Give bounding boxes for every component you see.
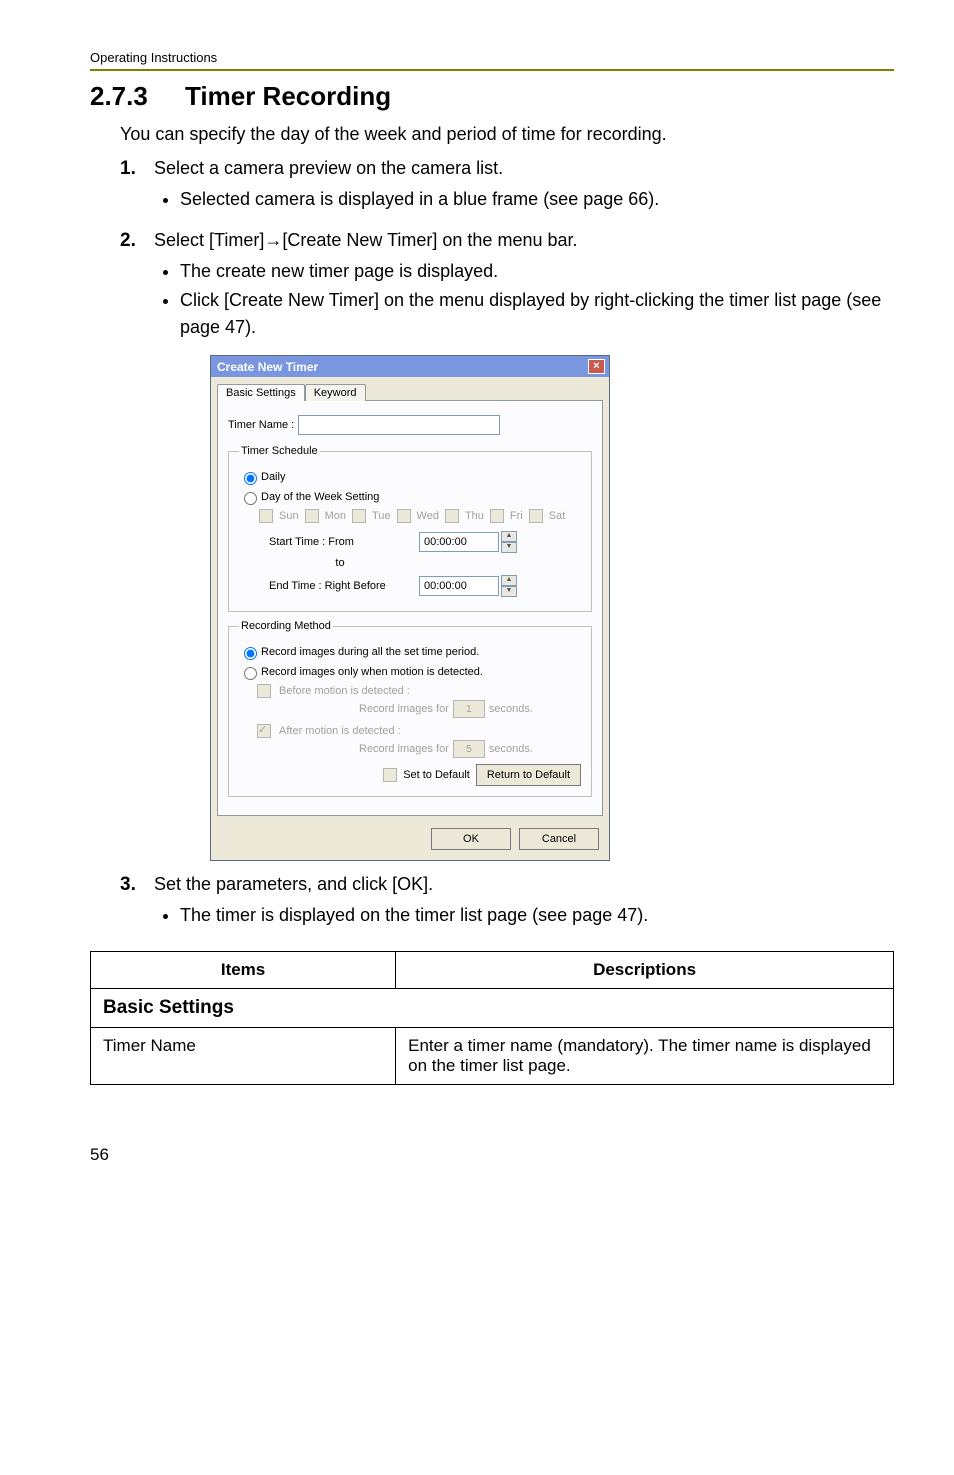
- to-label: to: [239, 557, 441, 569]
- before-motion-subrow: Record images for 1 seconds.: [359, 700, 581, 718]
- page-number: 56: [90, 1145, 894, 1165]
- radio-record-motion[interactable]: [244, 667, 257, 680]
- running-header: Operating Instructions: [90, 0, 894, 69]
- step-3: 3. Set the parameters, and click [OK]. T…: [120, 871, 894, 937]
- tab-basic-settings[interactable]: Basic Settings: [217, 384, 305, 401]
- before-seconds-label: seconds.: [489, 703, 533, 715]
- day-of-week-row: Sun Mon Tue Wed Thu Fri Sat: [259, 509, 581, 523]
- end-time-input[interactable]: 00:00:00: [419, 576, 499, 596]
- set-to-default-label: Set to Default: [403, 769, 470, 781]
- after-seconds-label: seconds.: [489, 743, 533, 755]
- cell-timer-name: Timer Name: [91, 1028, 396, 1085]
- step-2-number: 2.: [120, 227, 154, 349]
- check-mon: [305, 509, 319, 523]
- timer-name-label: Timer Name :: [228, 419, 294, 431]
- step-3-bullet-1: The timer is displayed on the timer list…: [180, 902, 894, 929]
- timer-schedule-legend: Timer Schedule: [239, 445, 320, 457]
- section-title: Timer Recording: [185, 81, 391, 111]
- radio-day-of-week[interactable]: [244, 492, 257, 505]
- step-2-text-pre: Select [Timer]: [154, 230, 264, 250]
- before-motion-label: Before motion is detected :: [279, 685, 410, 697]
- label-sun: Sun: [279, 510, 299, 522]
- section-number: 2.7.3: [90, 81, 185, 112]
- check-sat: [529, 509, 543, 523]
- th-descriptions: Descriptions: [396, 952, 894, 989]
- label-mon: Mon: [325, 510, 346, 522]
- start-time-label: Start Time : From: [269, 536, 419, 548]
- radio-record-all[interactable]: [244, 647, 257, 660]
- section-heading: 2.7.3Timer Recording: [90, 81, 894, 112]
- intro-text: You can specify the day of the week and …: [120, 122, 894, 147]
- recording-method-legend: Recording Method: [239, 620, 333, 632]
- step-3-number: 3.: [120, 871, 154, 937]
- row-basic-settings: Basic Settings: [91, 989, 894, 1028]
- cell-timer-name-desc: Enter a timer name (mandatory). The time…: [396, 1028, 894, 1085]
- radio-day-of-week-label: Day of the Week Setting: [261, 491, 379, 503]
- dialog-titlebar: Create New Timer ×: [211, 356, 609, 377]
- before-motion-row: Before motion is detected :: [257, 684, 581, 698]
- label-thu: Thu: [465, 510, 484, 522]
- header-rule: [90, 69, 894, 71]
- check-set-to-default[interactable]: [383, 768, 397, 782]
- radio-record-motion-label: Record images only when motion is detect…: [261, 666, 483, 678]
- timer-schedule-group: Timer Schedule Daily Day of the Week Set…: [228, 445, 592, 612]
- step-2-bullet-1: The create new timer page is displayed.: [180, 258, 894, 285]
- check-sun: [259, 509, 273, 523]
- return-to-default-button[interactable]: Return to Default: [476, 764, 581, 786]
- step-1-number: 1.: [120, 155, 154, 221]
- label-tue: Tue: [372, 510, 391, 522]
- step-2: 2. Select [Timer]→[Create New Timer] on …: [120, 227, 894, 349]
- dialog-title: Create New Timer: [217, 360, 318, 374]
- description-table: Items Descriptions Basic Settings Timer …: [90, 951, 894, 1085]
- th-items: Items: [91, 952, 396, 989]
- step-1-bullet-1: Selected camera is displayed in a blue f…: [180, 186, 894, 213]
- after-motion-subrow: Record images for 5 seconds.: [359, 740, 581, 758]
- end-time-spinner[interactable]: ▲▼: [501, 575, 517, 597]
- check-fri: [490, 509, 504, 523]
- create-new-timer-dialog: Create New Timer × Basic SettingsKeyword…: [210, 355, 610, 861]
- check-thu: [445, 509, 459, 523]
- label-wed: Wed: [417, 510, 439, 522]
- before-record-for-label: Record images for: [359, 703, 449, 715]
- step-1: 1. Select a camera preview on the camera…: [120, 155, 894, 221]
- arrow-icon: →: [264, 230, 282, 250]
- after-record-for-label: Record images for: [359, 743, 449, 755]
- check-wed: [397, 509, 411, 523]
- step-1-text: Select a camera preview on the camera li…: [154, 158, 503, 178]
- step-3-text: Set the parameters, and click [OK].: [154, 874, 433, 894]
- step-2-text-post: [Create New Timer] on the menu bar.: [282, 230, 577, 250]
- cancel-button[interactable]: Cancel: [519, 828, 599, 850]
- start-time-spinner[interactable]: ▲▼: [501, 531, 517, 553]
- timer-name-input[interactable]: [298, 415, 500, 435]
- radio-daily[interactable]: [244, 472, 257, 485]
- label-sat: Sat: [549, 510, 566, 522]
- before-seconds-select: 1: [453, 700, 485, 718]
- after-seconds-select: 5: [453, 740, 485, 758]
- after-motion-row: After motion is detected :: [257, 724, 581, 738]
- ok-button[interactable]: OK: [431, 828, 511, 850]
- close-icon[interactable]: ×: [588, 359, 605, 374]
- step-2-bullet-2: Click [Create New Timer] on the menu dis…: [180, 287, 894, 341]
- check-tue: [352, 509, 366, 523]
- radio-record-all-label: Record images during all the set time pe…: [261, 646, 479, 658]
- check-after-motion: [257, 724, 271, 738]
- after-motion-label: After motion is detected :: [279, 725, 401, 737]
- check-before-motion: [257, 684, 271, 698]
- recording-method-group: Recording Method Record images during al…: [228, 620, 592, 797]
- tab-keyword[interactable]: Keyword: [305, 384, 366, 401]
- label-fri: Fri: [510, 510, 523, 522]
- end-time-label: End Time : Right Before: [269, 580, 419, 592]
- radio-daily-label: Daily: [261, 471, 285, 483]
- dialog-tabstrip: Basic SettingsKeyword: [211, 377, 609, 400]
- dialog-tabpanel: Timer Name : Timer Schedule Daily Day of…: [217, 400, 603, 816]
- start-time-input[interactable]: 00:00:00: [419, 532, 499, 552]
